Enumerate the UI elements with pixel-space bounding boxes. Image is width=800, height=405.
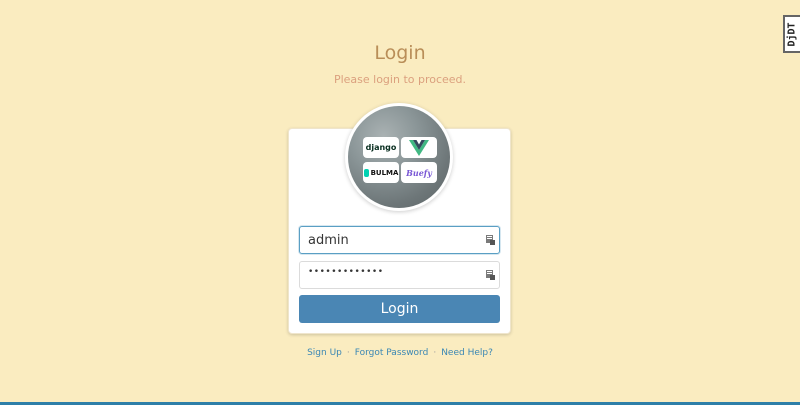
password-manager-icon[interactable]: [486, 235, 495, 245]
login-button[interactable]: Login: [299, 295, 500, 323]
vue-logo: [401, 137, 437, 158]
django-logo: django: [363, 137, 399, 158]
password-field[interactable]: •••••••••••••: [299, 261, 500, 289]
username-value: admin: [308, 233, 349, 248]
page-title: Login: [374, 42, 426, 64]
vue-logo-icon: [409, 139, 429, 156]
bulma-logo: BULMA: [363, 162, 399, 183]
link-separator: ·: [346, 348, 350, 358]
sign-up-link[interactable]: Sign Up: [307, 348, 342, 358]
need-help-link[interactable]: Need Help?: [441, 348, 493, 358]
debug-toolbar-handle[interactable]: DjDT: [783, 15, 800, 53]
debug-toolbar-label: DjDT: [787, 21, 798, 47]
bulma-mark-icon: [363, 168, 369, 177]
password-value: •••••••••••••: [308, 267, 384, 277]
page-subtitle: Please login to proceed.: [333, 73, 467, 86]
forgot-password-link[interactable]: Forgot Password: [355, 348, 429, 358]
password-manager-icon[interactable]: [486, 270, 495, 280]
buefy-logo: Buefy: [401, 162, 437, 183]
bulma-logo-text: BULMA: [370, 168, 399, 177]
django-logo-text: django: [365, 143, 397, 152]
buefy-logo-text: Buefy: [406, 167, 432, 178]
footer-links: Sign Up · Forgot Password · Need Help?: [0, 348, 800, 358]
username-field[interactable]: admin: [299, 226, 500, 254]
avatar-image: django BULMA Buefy: [348, 106, 450, 208]
link-separator: ·: [433, 348, 437, 358]
avatar: django BULMA Buefy: [345, 103, 453, 211]
